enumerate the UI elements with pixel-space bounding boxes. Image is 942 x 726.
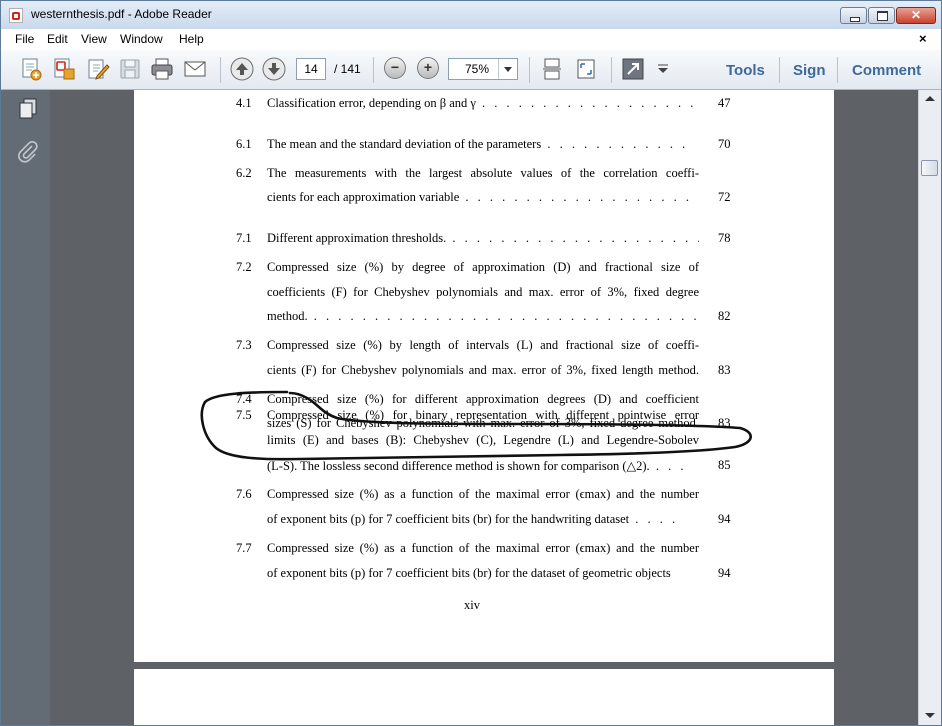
page-number-input[interactable]: 14 [296, 58, 326, 80]
toolbar-options-icon[interactable] [653, 56, 679, 82]
entry-caption-line-1: Compressed size (%) for different approx… [267, 392, 699, 406]
entry-caption: The mean and the standard deviation of t… [267, 137, 689, 151]
entry-caption-line-2: cients for each approximation variable .… [267, 190, 699, 204]
close-document-icon[interactable]: × [919, 31, 927, 46]
entry-page: 94 [718, 566, 731, 580]
menu-file[interactable]: File [15, 32, 34, 46]
entry-caption-line-2: limits (E) and bases (B): Chebyshev (C),… [267, 433, 699, 447]
entry-page: 70 [718, 137, 731, 151]
sign-pane-link[interactable]: Sign [793, 62, 826, 79]
entry-number: 7.5 [236, 408, 252, 422]
menu-bar: File Edit View Window Help × [1, 29, 941, 50]
toolbar-separator [611, 57, 612, 83]
entry-number: 7.3 [236, 338, 252, 352]
scrollbar-thumb[interactable] [921, 160, 938, 176]
entry-caption-line-2: of exponent bits (p) for 7 coefficient b… [267, 566, 671, 580]
title-bar: westernthesis.pdf - Adobe Reader ✕ [1, 1, 941, 29]
entry-number: 7.7 [236, 541, 252, 555]
entry-caption-line-1: Compressed size (%) as a function of the… [267, 541, 699, 555]
save-icon[interactable] [117, 56, 143, 82]
comment-pane-link[interactable]: Comment [852, 62, 921, 79]
window-title: westernthesis.pdf - Adobe Reader [31, 7, 212, 21]
tools-pane-link[interactable]: Tools [726, 62, 765, 79]
maximize-button[interactable] [868, 7, 895, 24]
edit-pdf-icon[interactable] [85, 56, 111, 82]
toolbar-separator [529, 57, 530, 83]
entry-number: 7.6 [236, 487, 252, 501]
menu-edit[interactable]: Edit [47, 32, 68, 46]
entry-number: 7.1 [236, 231, 252, 245]
entry-caption-line-1: Compressed size (%) for binary represent… [267, 408, 699, 422]
entry-caption-line-1: Compressed size (%) as a function of the… [267, 487, 699, 501]
attachments-paperclip-icon[interactable] [16, 140, 40, 164]
vertical-scrollbar[interactable] [918, 90, 941, 725]
entry-caption-line-2: of exponent bits (p) for 7 coefficient b… [267, 512, 679, 526]
entry-page: 78 [718, 231, 731, 245]
entry-page: 47 [718, 96, 731, 110]
convert-pdf-icon[interactable] [51, 56, 77, 82]
navigation-panel [1, 90, 50, 725]
toolbar-separator [779, 57, 780, 83]
previous-page-icon[interactable] [229, 56, 255, 82]
page-footer-number: xiv [464, 598, 480, 612]
entry-caption-line-3: method. . . . . . . . . . . . . . . . . … [267, 309, 699, 323]
close-window-button[interactable]: ✕ [896, 7, 936, 24]
scrolling-mode-icon[interactable] [539, 56, 565, 82]
entry-caption-line-1: Compressed size (%) by length of interva… [267, 338, 699, 352]
pdf-page-14: 4.1 Classification error, depending on β… [134, 90, 834, 662]
entry-number: 7.2 [236, 260, 252, 274]
entry-caption-line-1: The measurements with the largest absolu… [267, 166, 699, 180]
toolbar-separator [373, 57, 374, 83]
zoom-select[interactable]: 75% [448, 58, 518, 80]
document-viewer[interactable]: 4.1 Classification error, depending on β… [50, 90, 918, 725]
page-thumbnails-icon[interactable] [16, 96, 40, 120]
menu-help[interactable]: Help [179, 32, 204, 46]
entry-caption-line-1: Compressed size (%) by degree of approxi… [267, 260, 699, 274]
toolbar-separator [220, 57, 221, 83]
entry-caption-line-2: coefficients (F) for Chebyshev polynomia… [267, 285, 699, 299]
toolbar-separator [837, 57, 838, 83]
fit-page-icon[interactable] [573, 56, 599, 82]
zoom-value: 75% [465, 62, 490, 76]
adobe-reader-window: westernthesis.pdf - Adobe Reader ✕ File … [0, 0, 942, 726]
entry-number: 6.2 [236, 166, 252, 180]
print-icon[interactable] [149, 56, 175, 82]
page-total: / 141 [334, 62, 361, 76]
next-page-icon[interactable] [261, 56, 287, 82]
chevron-down-icon[interactable] [498, 59, 517, 79]
entry-number: 6.1 [236, 137, 252, 151]
email-icon[interactable] [182, 56, 208, 82]
menu-view[interactable]: View [81, 32, 107, 46]
create-pdf-icon[interactable] [18, 56, 44, 82]
scroll-up-arrow-icon[interactable] [925, 96, 935, 101]
zoom-out-button[interactable]: − [384, 57, 406, 79]
entry-caption-line-3: (L-S). The lossless second difference me… [267, 459, 687, 473]
full-screen-icon[interactable] [620, 56, 646, 82]
entry-page: 72 [718, 190, 731, 204]
entry-page: 85 [718, 458, 731, 472]
pdf-page-15 [134, 669, 834, 725]
toolbar: 14 / 141 − + 75% Tools Sign Comment [1, 50, 941, 90]
minimize-button[interactable] [840, 7, 867, 24]
menu-window[interactable]: Window [120, 32, 163, 46]
entry-number: 4.1 [236, 96, 252, 110]
pdf-file-icon [9, 8, 23, 23]
scroll-down-arrow-icon[interactable] [925, 713, 935, 718]
zoom-in-button[interactable]: + [417, 57, 439, 79]
entry-page: 82 [718, 309, 731, 323]
entry-caption-line-2: cients (F) for Chebyshev polynomials and… [267, 363, 699, 377]
entry-number: 7.4 [236, 392, 252, 406]
entry-page: 83 [718, 416, 731, 430]
entry-page: 83 [718, 363, 731, 377]
entry-caption: Different approximation thresholds. . . … [267, 231, 699, 245]
entry-page: 94 [718, 512, 731, 526]
entry-caption: Classification error, depending on β and… [267, 96, 697, 110]
